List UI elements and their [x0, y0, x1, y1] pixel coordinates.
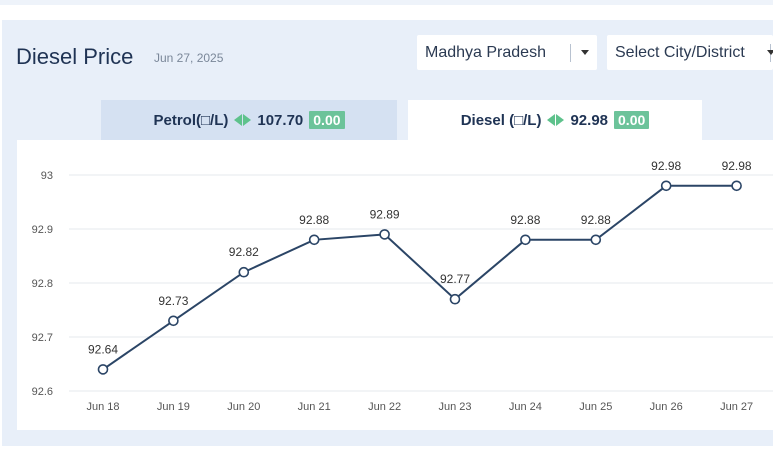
price-change-arrows-icon [234, 114, 252, 126]
data-point [449, 293, 461, 305]
data-point [168, 315, 179, 327]
data-label: 92.77 [440, 272, 470, 286]
city-select-placeholder: Select City/District [615, 43, 745, 61]
data-label: 92.89 [370, 207, 400, 221]
chevron-down-icon [767, 50, 773, 55]
data-point [590, 234, 602, 246]
data-point [379, 229, 390, 240]
data-point [520, 234, 531, 246]
x-tick-label: Jun 27 [720, 401, 753, 413]
x-tick-label: Jun 19 [157, 401, 190, 413]
data-point [97, 364, 109, 375]
state-select[interactable]: Madhya Pradesh [417, 35, 597, 70]
data-label: 92.88 [510, 213, 540, 227]
x-tick-label: Jun 21 [298, 401, 331, 413]
tab-diesel-price: 92.98 [570, 111, 609, 129]
price-change-arrows-icon [547, 114, 565, 126]
y-tick-label: 92.6 [32, 386, 53, 398]
x-tick-label: Jun 18 [86, 401, 119, 413]
x-tick-label: Jun 25 [579, 401, 612, 413]
chart-container: 92.6 92.7 92.8 92.9 93 Jun 18 Jun 19 Jun 20 Jun … [17, 140, 773, 430]
city-select[interactable]: Select City/District [607, 35, 773, 70]
data-label: 92.98 [651, 159, 681, 173]
x-tick-label: Jun 24 [509, 401, 542, 413]
x-tick-label: Jun 26 [650, 401, 683, 413]
data-label: 92.88 [299, 213, 329, 227]
x-tick-label: Jun 22 [368, 401, 401, 413]
price-line-chart: 92.6 92.7 92.8 92.9 93 Jun 18 Jun 19 Jun 20 Jun … [32, 159, 773, 413]
data-label: 92.88 [581, 213, 611, 227]
top-strip-bar [0, 0, 773, 5]
tab-petrol-price: 107.70 [257, 111, 304, 129]
y-tick-label: 92.9 [32, 224, 53, 236]
data-point [238, 266, 250, 278]
tab-petrol-change-badge: 0.00 [309, 111, 345, 129]
y-tick-label: 93 [41, 170, 53, 182]
data-label: 92.64 [88, 342, 118, 356]
top-strip [0, 0, 773, 10]
tab-petrol-label: Petrol(□/L) [153, 111, 229, 129]
tab-diesel[interactable]: Diesel (□/L) 92.98 0.00 [408, 100, 702, 140]
data-label: 92.98 [722, 159, 752, 173]
state-select-value: Madhya Pradesh [425, 43, 546, 61]
tab-petrol[interactable]: Petrol(□/L) 107.70 0.00 [101, 100, 397, 140]
data-point [660, 180, 672, 192]
data-point [308, 234, 320, 246]
series-line [102, 184, 737, 371]
data-point [731, 180, 742, 192]
tab-diesel-label: Diesel (□/L) [460, 111, 542, 129]
x-tick-label: Jun 20 [227, 401, 260, 413]
y-tick-label: 92.8 [32, 278, 53, 290]
data-label: 92.73 [158, 294, 188, 308]
tab-diesel-change-badge: 0.00 [614, 111, 650, 129]
page-title: Diesel Price [16, 44, 134, 69]
chevron-down-icon [581, 50, 589, 55]
x-tick-label: Jun 23 [438, 401, 471, 413]
y-tick-label: 92.7 [32, 332, 53, 344]
state-select-separator [570, 44, 571, 62]
price-date: Jun 27, 2025 [154, 51, 224, 65]
data-label: 92.82 [229, 245, 259, 259]
